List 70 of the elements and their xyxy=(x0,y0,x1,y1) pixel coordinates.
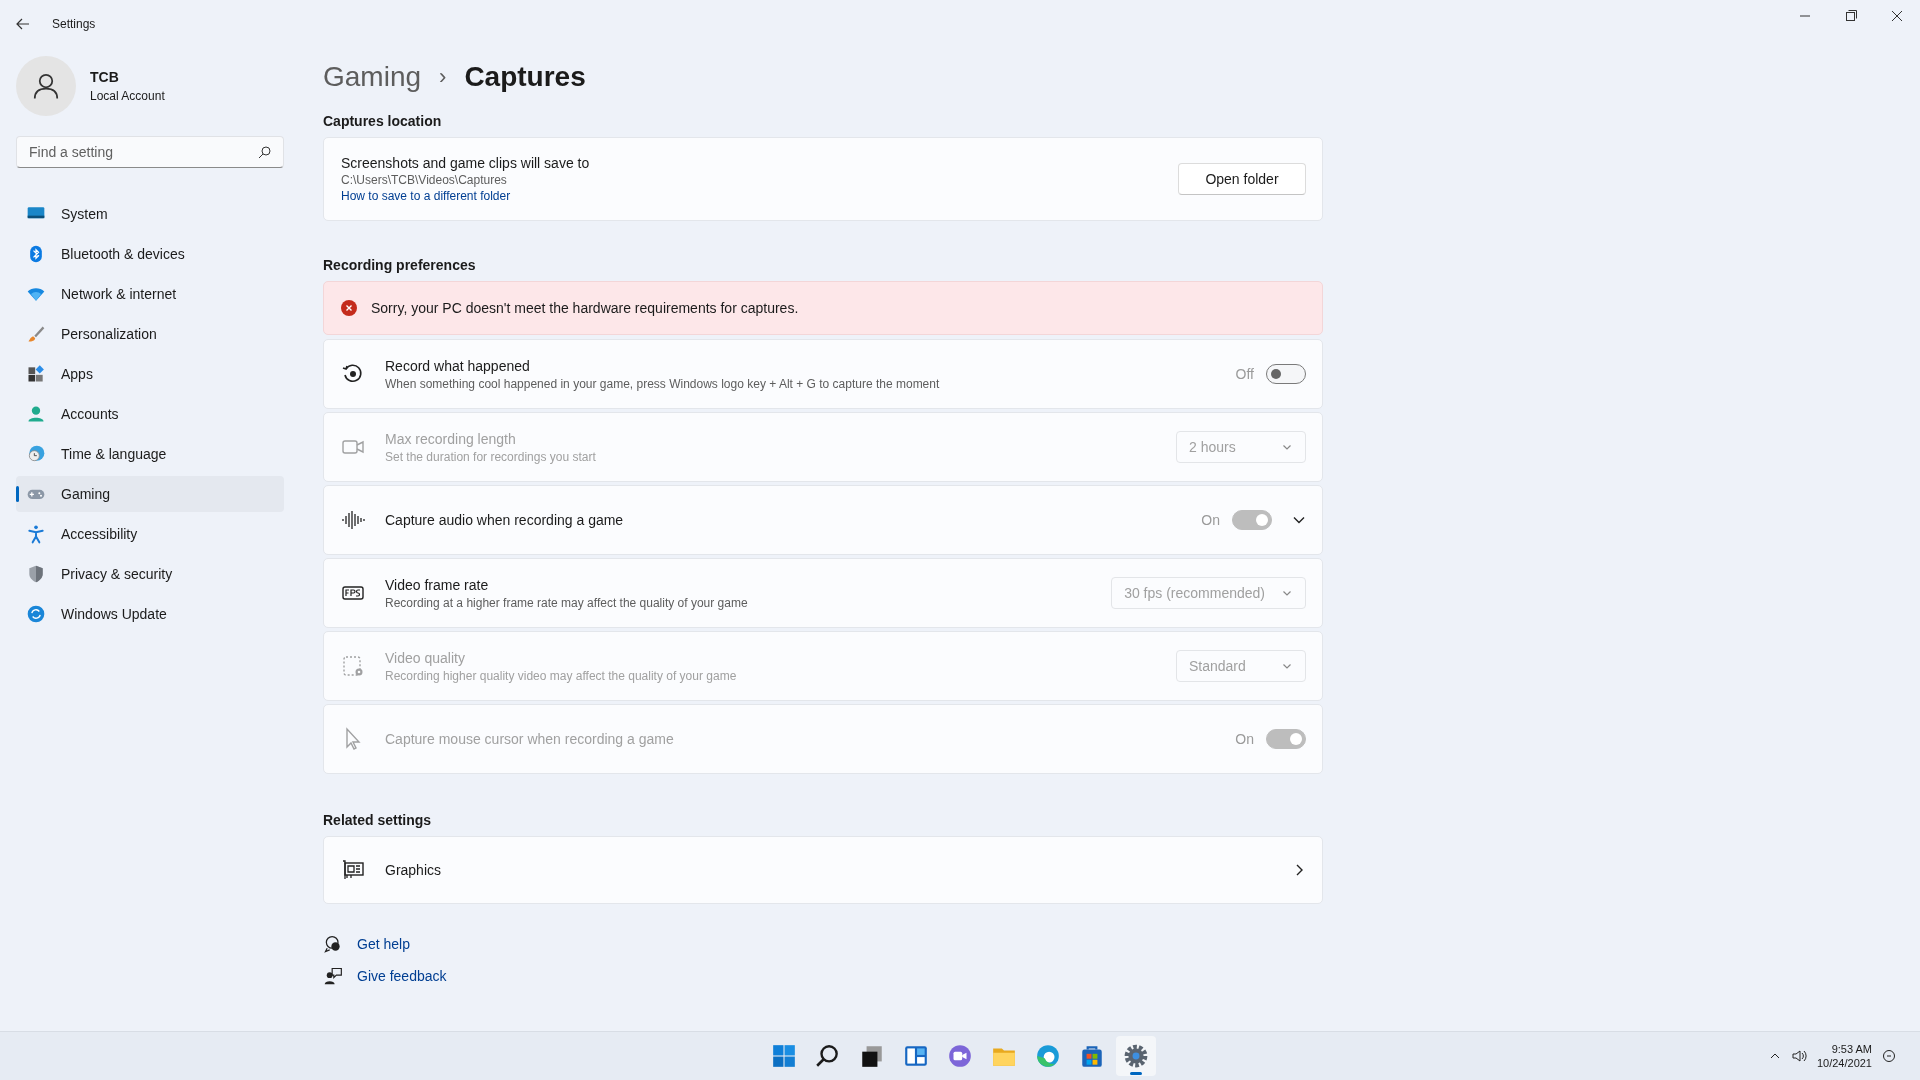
open-folder-button[interactable]: Open folder xyxy=(1178,163,1306,195)
browser-icon xyxy=(1035,1043,1061,1069)
setting-title: Video quality xyxy=(385,649,466,666)
graphics-card-icon xyxy=(341,858,365,882)
back-arrow-icon[interactable] xyxy=(16,17,30,31)
nav-item[interactable]: Bluetooth & devices xyxy=(16,236,284,272)
settings-icon xyxy=(1123,1043,1149,1069)
search-field[interactable]: Find a setting xyxy=(16,136,284,168)
speaker-icon[interactable] xyxy=(1790,1048,1807,1064)
setting-title: Max recording length xyxy=(385,430,517,447)
help-link[interactable]: How to save to a different folder xyxy=(341,189,1178,203)
setting-title: Record what happened xyxy=(385,357,531,374)
setting-title: Video frame rate xyxy=(385,576,490,593)
nav-item[interactable]: Network & internet xyxy=(16,276,284,312)
section-heading: Recording preferences xyxy=(323,257,477,273)
search-icon xyxy=(258,145,272,159)
nav-item[interactable]: Personalization xyxy=(16,316,284,352)
help-icon xyxy=(323,934,343,954)
section-heading: Captures location xyxy=(323,113,443,129)
clock-time[interactable]: 9:53 AM xyxy=(1831,1043,1872,1055)
section-heading: Related settings xyxy=(323,812,433,828)
setting-description: Recording higher quality video may affect the quality of your game xyxy=(385,668,738,683)
page-title: Captures xyxy=(464,61,586,93)
nav-item[interactable]: Privacy & security xyxy=(16,556,284,592)
setting-title: Capture audio when recording a game xyxy=(385,512,625,528)
task-view-icon xyxy=(859,1043,885,1069)
toggle-state-label: On xyxy=(1235,731,1254,747)
help-link[interactable]: Give feedback xyxy=(357,968,447,984)
clock-globe-icon xyxy=(26,444,46,464)
nav-item[interactable]: Apps xyxy=(16,356,284,392)
widgets-icon xyxy=(903,1043,929,1069)
toggle-state-label: Off xyxy=(1235,366,1254,382)
video-quality-icon xyxy=(341,654,365,678)
account-type: Local Account xyxy=(90,89,165,103)
nav-item[interactable]: Accounts xyxy=(16,396,284,432)
brush-icon xyxy=(26,324,46,344)
nav-item[interactable]: Windows Update xyxy=(16,596,284,632)
user-name: TCB xyxy=(90,69,120,85)
update-icon xyxy=(26,604,46,624)
window-title: Settings xyxy=(52,17,96,31)
sound-wave-icon xyxy=(341,508,365,532)
store-icon xyxy=(1079,1043,1105,1069)
setting-title: Screenshots and game clips will save to xyxy=(341,155,591,171)
toggle-state-label: On xyxy=(1201,512,1220,528)
error-icon xyxy=(341,300,357,316)
nav-item[interactable]: System xyxy=(16,196,284,232)
setting-description: Set the duration for recordings you start xyxy=(385,449,597,464)
setting-description: Recording at a higher frame rate may affect the quality of your game xyxy=(385,595,749,610)
breadcrumb-link[interactable]: Gaming xyxy=(323,61,422,93)
settings-link-card[interactable]: Graphics xyxy=(323,836,1323,904)
notification-icon[interactable] xyxy=(1882,1049,1896,1063)
breadcrumb-separator: › xyxy=(439,64,447,90)
shield-icon xyxy=(26,564,46,584)
toggle-switch[interactable] xyxy=(1266,364,1306,384)
error-message: Sorry, your PC doesn't meet the hardware requirements for captures. xyxy=(371,300,799,316)
nav-item[interactable]: Gaming xyxy=(16,476,284,512)
help-link[interactable]: Get help xyxy=(357,936,410,952)
nav-item[interactable]: Accessibility xyxy=(16,516,284,552)
search-icon xyxy=(815,1043,841,1069)
nav-item[interactable]: Time & language xyxy=(16,436,284,472)
person-icon xyxy=(26,404,46,424)
clock-date[interactable]: 10/24/2021 xyxy=(1816,1057,1872,1069)
setting-description: When something cool happened in your game, press Windows logo key + Alt + G to capture the moment xyxy=(385,376,941,391)
apps-icon xyxy=(26,364,46,384)
feedback-icon xyxy=(323,966,343,986)
setting-title: Capture mouse cursor when recording a game xyxy=(385,731,675,747)
folder-path: C:\Users\TCB\Videos\Captures xyxy=(341,173,508,187)
start-icon xyxy=(771,1043,797,1069)
accessibility-icon xyxy=(26,524,46,544)
chat-icon xyxy=(947,1043,973,1069)
